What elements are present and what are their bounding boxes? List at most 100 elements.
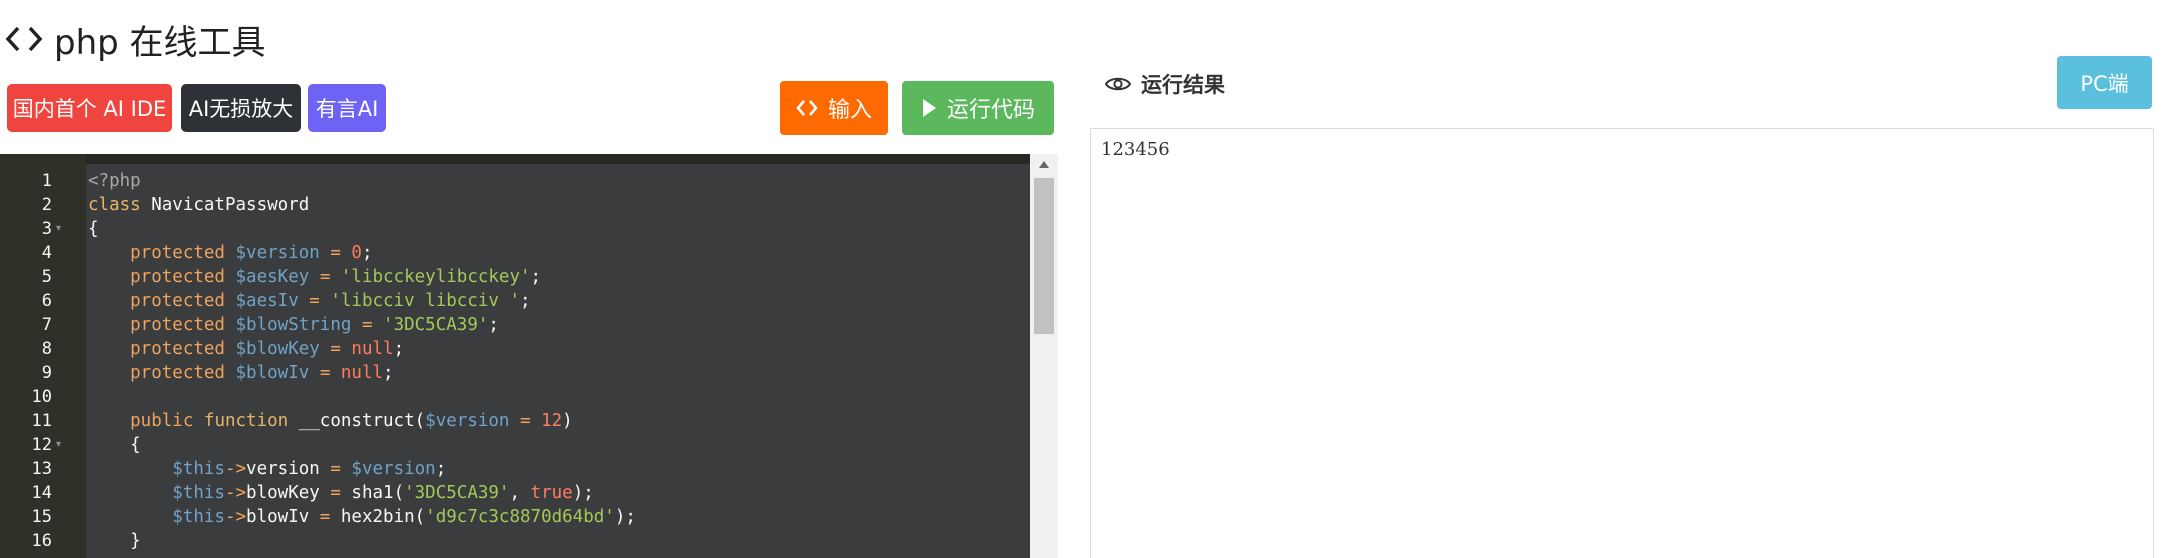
code-token: = (509, 411, 542, 431)
code-token: ); (614, 507, 636, 527)
line-number: 7 (41, 315, 52, 335)
code-token: protected (88, 267, 236, 287)
code-token: , (509, 483, 531, 503)
code-brackets-icon (5, 26, 43, 52)
code-token: ; (393, 339, 405, 359)
ai-upscale-link[interactable]: AI无损放大 (181, 84, 301, 132)
code-token: 12 (541, 411, 563, 431)
code-token: hex2bin( (340, 507, 426, 527)
code-line: { (88, 217, 99, 241)
line-number: 8 (41, 339, 52, 359)
code-token: null (351, 339, 394, 359)
page-title-text: php 在线工具 (54, 22, 266, 63)
code-token: $aesIv (235, 291, 299, 311)
code-token: '3DC5CA39' (383, 315, 489, 335)
code-token: 'libcciv libcciv ' (330, 291, 520, 311)
code-token: blowIv (246, 507, 310, 527)
code-token: null (340, 363, 384, 383)
code-line: protected $blowIv = null; (88, 361, 394, 385)
code-line: { (88, 433, 141, 457)
line-number: 2 (41, 195, 52, 215)
result-title: 运行结果 (1141, 73, 1225, 97)
output-panel: 123456 (1090, 128, 2154, 558)
code-editor[interactable]: 1 2 3 ▾ 4 5 6 7 8 9 10 11 12 ▾ 13 14 15 16 <?php class Nav… (0, 154, 1058, 558)
line-number: 13 (31, 459, 52, 479)
code-token: protected (88, 243, 236, 263)
code-token: $version (425, 411, 510, 431)
code-token: <?php (88, 171, 141, 191)
code-token: ; (383, 363, 394, 383)
code-token: 'd9c7c3c8870d64bd' (425, 507, 615, 527)
line-number: 4 (41, 243, 52, 263)
code-brackets-icon (796, 100, 818, 116)
scroll-up-arrow-icon[interactable] (1037, 158, 1051, 172)
code-token: -> (224, 483, 247, 503)
fold-arrow-icon[interactable]: ▾ (56, 217, 66, 241)
run-code-button-label: 运行代码 (946, 98, 1035, 123)
line-number: 10 (31, 387, 52, 407)
code-line: protected $version = 0; (88, 241, 372, 265)
code-line: public function __construct($version = 1… (88, 409, 573, 433)
line-number: 9 (41, 363, 52, 383)
line-number-gutter: 1 2 3 ▾ 4 5 6 7 8 9 10 11 12 ▾ 13 14 15 16 (0, 154, 86, 558)
input-button[interactable]: 输入 (780, 81, 888, 135)
code-token: $this (88, 459, 225, 479)
line-number: 1 (41, 171, 52, 191)
code-token: version (246, 459, 320, 479)
code-token: ; (530, 267, 542, 287)
eye-icon (1105, 77, 1131, 91)
code-token: $version (351, 459, 436, 479)
line-number: 6 (41, 291, 52, 311)
code-token: -> (224, 459, 247, 479)
line-number: 14 (31, 483, 52, 503)
scrollbar-thumb[interactable] (1034, 178, 1054, 334)
code-token: public (88, 411, 204, 431)
line-number: 11 (31, 411, 52, 431)
line-number: 15 (31, 507, 52, 527)
code-token: ; (435, 459, 447, 479)
run-code-button[interactable]: 运行代码 (902, 81, 1054, 135)
code-token: = (351, 315, 384, 335)
code-token: $aesKey (235, 267, 310, 287)
code-line: } (88, 529, 141, 553)
line-number: 16 (31, 531, 52, 551)
code-token: function (203, 411, 299, 431)
code-token: protected (88, 339, 236, 359)
code-line: $this->blowIv = hex2bin('d9c7c3c8870d64b… (88, 505, 636, 529)
play-icon (922, 99, 936, 117)
code-token: true (530, 483, 573, 503)
code-token: protected (88, 291, 236, 311)
input-button-label: 输入 (827, 98, 872, 123)
code-line: protected $blowKey = null; (88, 337, 404, 361)
code-token: $blowIv (235, 363, 310, 383)
code-token: $version (235, 243, 320, 263)
code-token: ; (520, 291, 531, 311)
line-number: 3 (41, 219, 52, 239)
code-token: { (88, 435, 141, 455)
fold-arrow-icon[interactable]: ▾ (56, 433, 66, 457)
code-token: } (88, 531, 141, 551)
code-line: $this->blowKey = sha1('3DC5CA39', true); (88, 481, 594, 505)
code-token: NavicatPassword (151, 195, 310, 215)
code-token: $blowKey (235, 339, 320, 359)
result-header: 运行结果 (1105, 66, 1225, 102)
code-line: protected $blowString = '3DC5CA39'; (88, 313, 499, 337)
code-token: -> (224, 507, 247, 527)
youyan-ai-link[interactable]: 有言AI (308, 84, 386, 132)
code-token: 'libcckeylibcckey' (340, 267, 531, 287)
code-token: 0 (351, 243, 362, 263)
code-token: ); (572, 483, 594, 503)
code-token: sha1( (351, 483, 405, 503)
ai-ide-link[interactable]: 国内首个 AI IDE (7, 84, 172, 132)
code-token: protected (88, 315, 236, 335)
code-line: $this->version = $version; (88, 457, 446, 481)
line-number: 12 (31, 435, 52, 455)
pc-mode-button[interactable]: PC端 (2057, 56, 2152, 109)
code-token: = (319, 483, 352, 503)
code-token: blowKey (246, 483, 320, 503)
code-line: class NavicatPassword (88, 193, 309, 217)
code-token: $this (88, 483, 225, 503)
code-line: <?php (88, 169, 141, 193)
code-token: = (309, 507, 341, 527)
code-token: class (88, 195, 152, 215)
